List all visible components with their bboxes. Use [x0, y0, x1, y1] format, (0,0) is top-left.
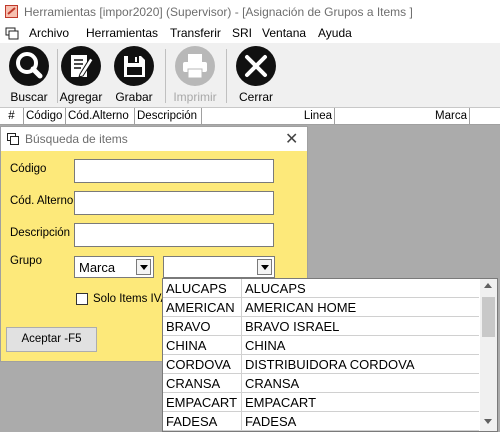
chevron-down-icon[interactable]	[136, 259, 151, 275]
column-header-cod-alterno[interactable]: Cód.Alterno	[66, 108, 135, 124]
cod-alterno-label: Cód. Alterno	[10, 195, 74, 207]
close-icon	[245, 55, 267, 77]
floppy-disk-icon	[124, 56, 145, 77]
item-code: CHINA	[166, 338, 207, 353]
item-name: DISTRIBUIDORA CORDOVA	[245, 357, 415, 372]
menu-ayuda[interactable]: Ayuda	[318, 26, 352, 40]
descripcion-input[interactable]	[74, 223, 274, 247]
dialog-title-bar: Búsqueda de items ✕	[1, 127, 307, 151]
agregar-button[interactable]: Agregar	[55, 46, 107, 106]
descripcion-label: Descripción	[10, 227, 71, 239]
grabar-label: Grabar	[115, 90, 153, 104]
imprimir-label: Imprimir	[173, 90, 217, 104]
item-code: CRANSA	[166, 376, 221, 391]
list-item[interactable]: CORDOVA DISTRIBUIDORA CORDOVA	[163, 355, 479, 374]
item-name: FADESA	[245, 414, 297, 429]
scroll-down-icon[interactable]	[484, 419, 492, 424]
dialog-title: Búsqueda de items	[25, 132, 128, 146]
codigo-input[interactable]	[74, 159, 274, 183]
menu-archivo[interactable]: Archivo	[29, 26, 69, 40]
solo-iva-label: Solo Items IVA	[93, 293, 169, 305]
toolbar: Buscar Agregar Grabar Imprimir Cerrar	[0, 43, 500, 108]
buscar-button[interactable]: Buscar	[3, 46, 55, 106]
column-header-number[interactable]: #	[0, 108, 24, 124]
list-item[interactable]: FADESA FADESA	[163, 412, 479, 431]
column-header-marca[interactable]: Marca	[335, 108, 470, 124]
item-name: AMERICAN HOME	[245, 300, 357, 315]
grupo-type-select[interactable]: Marca	[74, 256, 154, 278]
edit-document-icon	[71, 55, 94, 78]
item-code: CORDOVA	[166, 357, 231, 372]
accept-button[interactable]: Aceptar -F5	[6, 327, 97, 352]
chevron-down-icon[interactable]	[257, 259, 272, 275]
item-code: FADESA	[166, 414, 218, 429]
item-name: CHINA	[245, 338, 286, 353]
column-header-codigo[interactable]: Código	[24, 108, 66, 124]
menu-herramientas[interactable]: Herramientas	[86, 26, 158, 40]
solo-iva-checkbox[interactable]	[76, 293, 88, 305]
grid-header: # Código Cód.Alterno Descripción Linea M…	[0, 108, 500, 125]
menu-bar: Archivo Herramientas Transferir SRI Vent…	[0, 24, 500, 43]
search-icon	[16, 52, 43, 79]
imprimir-button: Imprimir	[169, 46, 221, 106]
dialog-close-icon[interactable]: ✕	[285, 129, 298, 149]
grupo-dropdown-list: ALUCAPS ALUCAPS AMERICAN AMERICAN HOME B…	[162, 278, 498, 432]
title-bar: Herramientas [impor2020] (Supervisor) - …	[0, 0, 500, 24]
scrollbar-thumb[interactable]	[482, 297, 495, 337]
item-name: BRAVO ISRAEL	[245, 319, 340, 334]
cod-alterno-input[interactable]	[74, 191, 274, 215]
list-item[interactable]: BRAVO BRAVO ISRAEL	[163, 317, 479, 336]
document-icon	[5, 27, 19, 40]
item-name: EMPACART	[245, 395, 317, 410]
item-name: ALUCAPS	[245, 281, 306, 296]
app-icon	[5, 5, 18, 18]
grupo-label: Grupo	[10, 255, 42, 267]
vertical-scrollbar[interactable]	[480, 279, 497, 431]
list-item[interactable]: ALUCAPS ALUCAPS	[163, 279, 479, 298]
menu-sri[interactable]: SRI	[232, 26, 252, 40]
list-item[interactable]: CHINA CHINA	[163, 336, 479, 355]
scroll-up-icon[interactable]	[484, 283, 492, 288]
grabar-button[interactable]: Grabar	[108, 46, 160, 106]
column-header-linea[interactable]: Linea	[202, 108, 335, 124]
cerrar-button[interactable]: Cerrar	[230, 46, 282, 106]
list-item[interactable]: EMPACART EMPACART	[163, 393, 479, 412]
list-item[interactable]: AMERICAN AMERICAN HOME	[163, 298, 479, 317]
printer-icon	[183, 54, 207, 79]
grupo-type-value: Marca	[79, 260, 116, 275]
list-item[interactable]: CRANSA CRANSA	[163, 374, 479, 393]
column-header-descripcion[interactable]: Descripción	[135, 108, 202, 124]
item-code: BRAVO	[166, 319, 211, 334]
item-code: ALUCAPS	[166, 281, 227, 296]
item-name: CRANSA	[245, 376, 300, 391]
document-icon	[7, 133, 19, 145]
item-code: AMERICAN	[166, 300, 235, 315]
item-code: EMPACART	[166, 395, 238, 410]
window-title: Herramientas [impor2020] (Supervisor) - …	[24, 5, 413, 19]
menu-transferir[interactable]: Transferir	[170, 26, 221, 40]
codigo-label: Código	[10, 163, 47, 175]
grupo-value-select[interactable]	[163, 256, 275, 278]
cerrar-label: Cerrar	[238, 90, 273, 104]
menu-ventana[interactable]: Ventana	[262, 26, 306, 40]
